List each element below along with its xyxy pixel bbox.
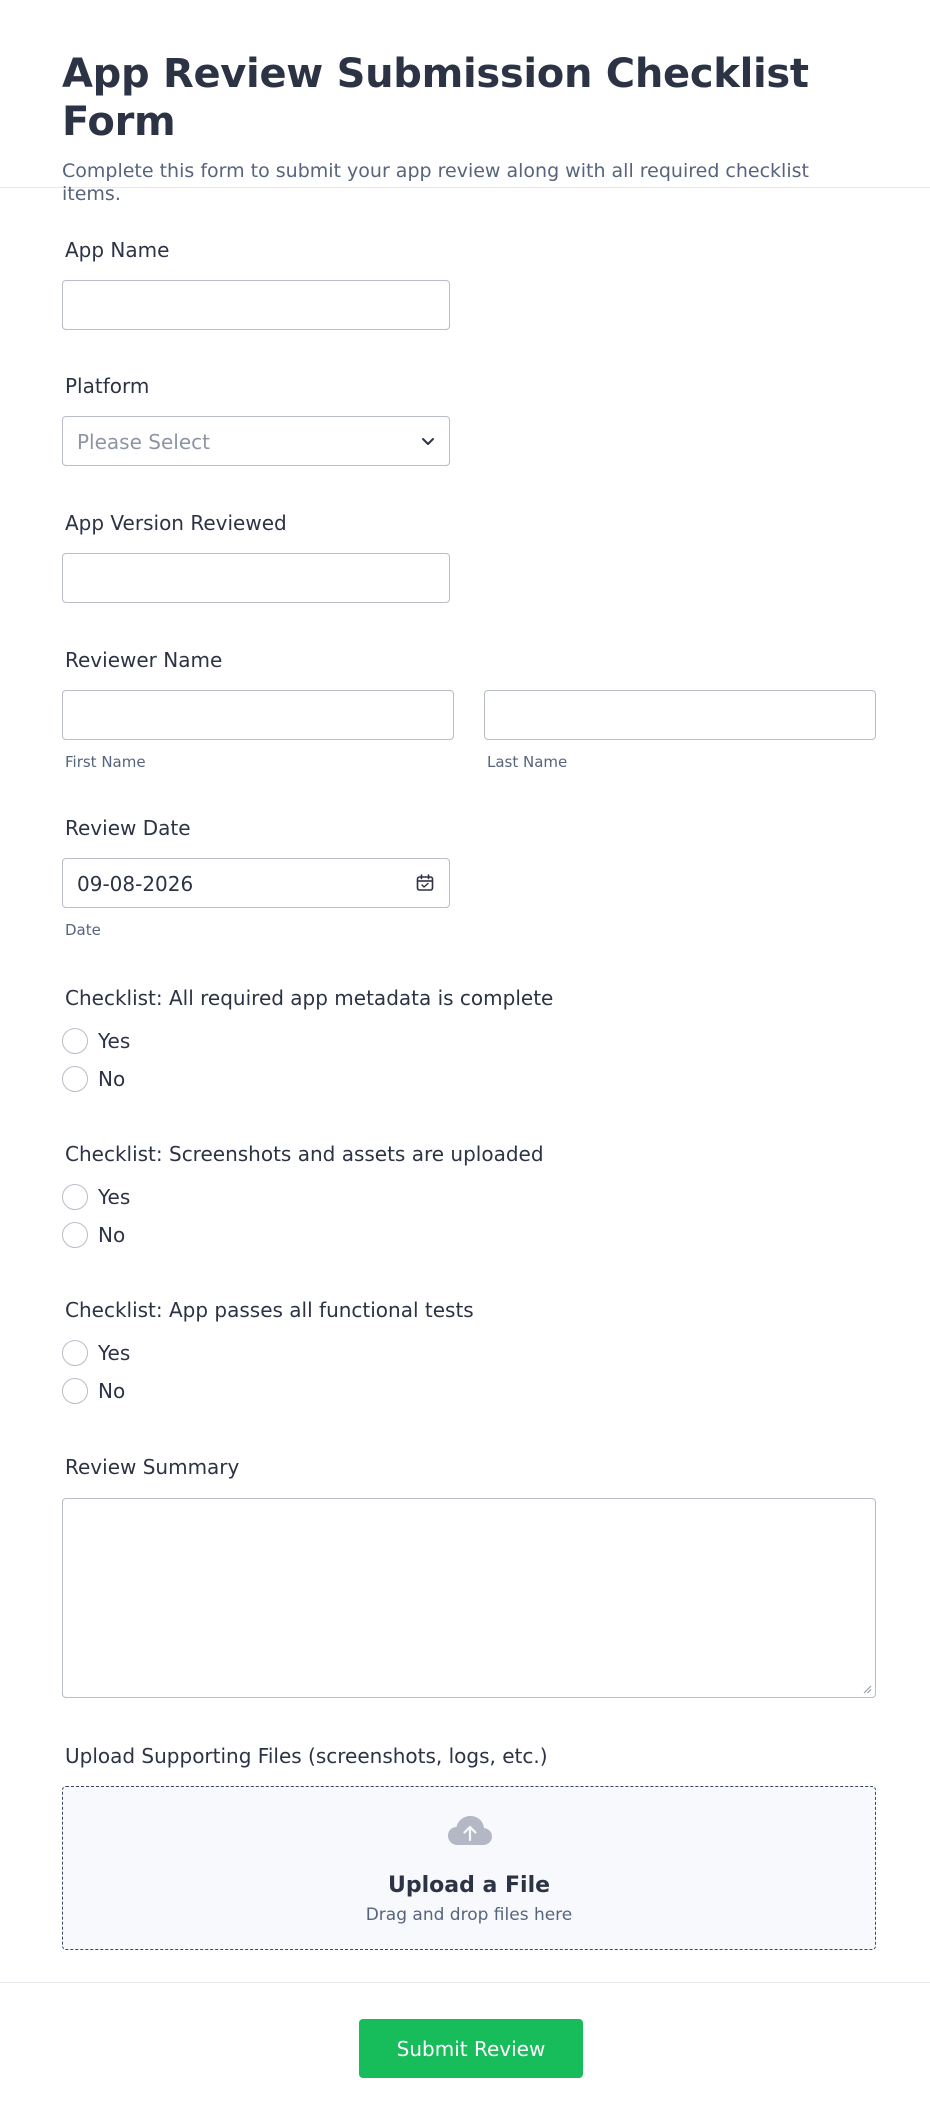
checklist-metadata-yes[interactable]: Yes <box>62 1028 130 1054</box>
radio-circle[interactable] <box>62 1222 88 1248</box>
platform-select[interactable]: Please Select <box>62 416 450 466</box>
last-name-sublabel: Last Name <box>487 753 568 771</box>
checklist-tests-label: Checklist: App passes all functional tes… <box>65 1298 474 1322</box>
app-name-input[interactable] <box>62 280 450 330</box>
review-date-value: 09-08-2026 <box>77 872 194 896</box>
radio-circle[interactable] <box>62 1378 88 1404</box>
radio-label: Yes <box>98 1341 131 1365</box>
upload-label: Upload Supporting Files (screenshots, lo… <box>65 1744 548 1768</box>
first-name-input[interactable] <box>62 690 454 740</box>
checklist-tests-yes[interactable]: Yes <box>62 1340 130 1366</box>
checklist-screenshots-yes[interactable]: Yes <box>62 1184 130 1210</box>
app-name-label: App Name <box>65 238 170 262</box>
cloud-upload-icon <box>448 1816 492 1845</box>
form-header: App Review Submission Checklist Form Com… <box>0 0 930 205</box>
submit-review-button[interactable]: Submit Review <box>359 2019 583 2078</box>
upload-title: Upload a File <box>387 1873 551 1898</box>
file-upload-dropzone[interactable]: Upload a File Drag and drop files here <box>62 1786 876 1950</box>
app-version-input[interactable] <box>62 553 450 603</box>
review-summary-textarea[interactable] <box>62 1498 876 1698</box>
chevron-down-icon <box>422 438 434 445</box>
radio-circle[interactable] <box>62 1066 88 1092</box>
checklist-metadata-no[interactable]: No <box>62 1066 125 1092</box>
review-date-label: Review Date <box>65 816 191 840</box>
review-date-sublabel: Date <box>65 921 101 939</box>
review-summary-label: Review Summary <box>65 1455 240 1479</box>
platform-placeholder: Please Select <box>77 430 210 454</box>
radio-circle[interactable] <box>62 1340 88 1366</box>
last-name-input[interactable] <box>484 690 876 740</box>
upload-subtitle: Drag and drop files here <box>365 1905 573 1925</box>
form-page: App Review Submission Checklist Form Com… <box>0 0 930 2125</box>
radio-label: Yes <box>98 1185 131 1209</box>
radio-label: No <box>98 1067 126 1091</box>
radio-circle[interactable] <box>62 1184 88 1210</box>
radio-label: No <box>98 1223 126 1247</box>
radio-label: No <box>98 1379 126 1403</box>
first-name-sublabel: First Name <box>65 753 146 771</box>
checklist-screenshots-label: Checklist: Screenshots and assets are up… <box>65 1142 544 1166</box>
reviewer-name-label: Reviewer Name <box>65 648 223 672</box>
radio-circle[interactable] <box>62 1028 88 1054</box>
review-date-input[interactable]: 09-08-2026 <box>62 858 450 908</box>
checklist-screenshots-no[interactable]: No <box>62 1222 125 1248</box>
app-version-label: App Version Reviewed <box>65 511 287 535</box>
platform-label: Platform <box>65 374 150 398</box>
form-title: App Review Submission Checklist Form <box>62 51 809 145</box>
resize-grip-icon[interactable] <box>862 1684 872 1694</box>
calendar-icon[interactable] <box>415 873 435 893</box>
footer-divider <box>0 1982 930 1983</box>
checklist-metadata-label: Checklist: All required app metadata is … <box>65 986 554 1010</box>
checklist-tests-no[interactable]: No <box>62 1378 125 1404</box>
radio-label: Yes <box>98 1029 131 1053</box>
form-subtitle: Complete this form to submit your app re… <box>62 160 809 205</box>
